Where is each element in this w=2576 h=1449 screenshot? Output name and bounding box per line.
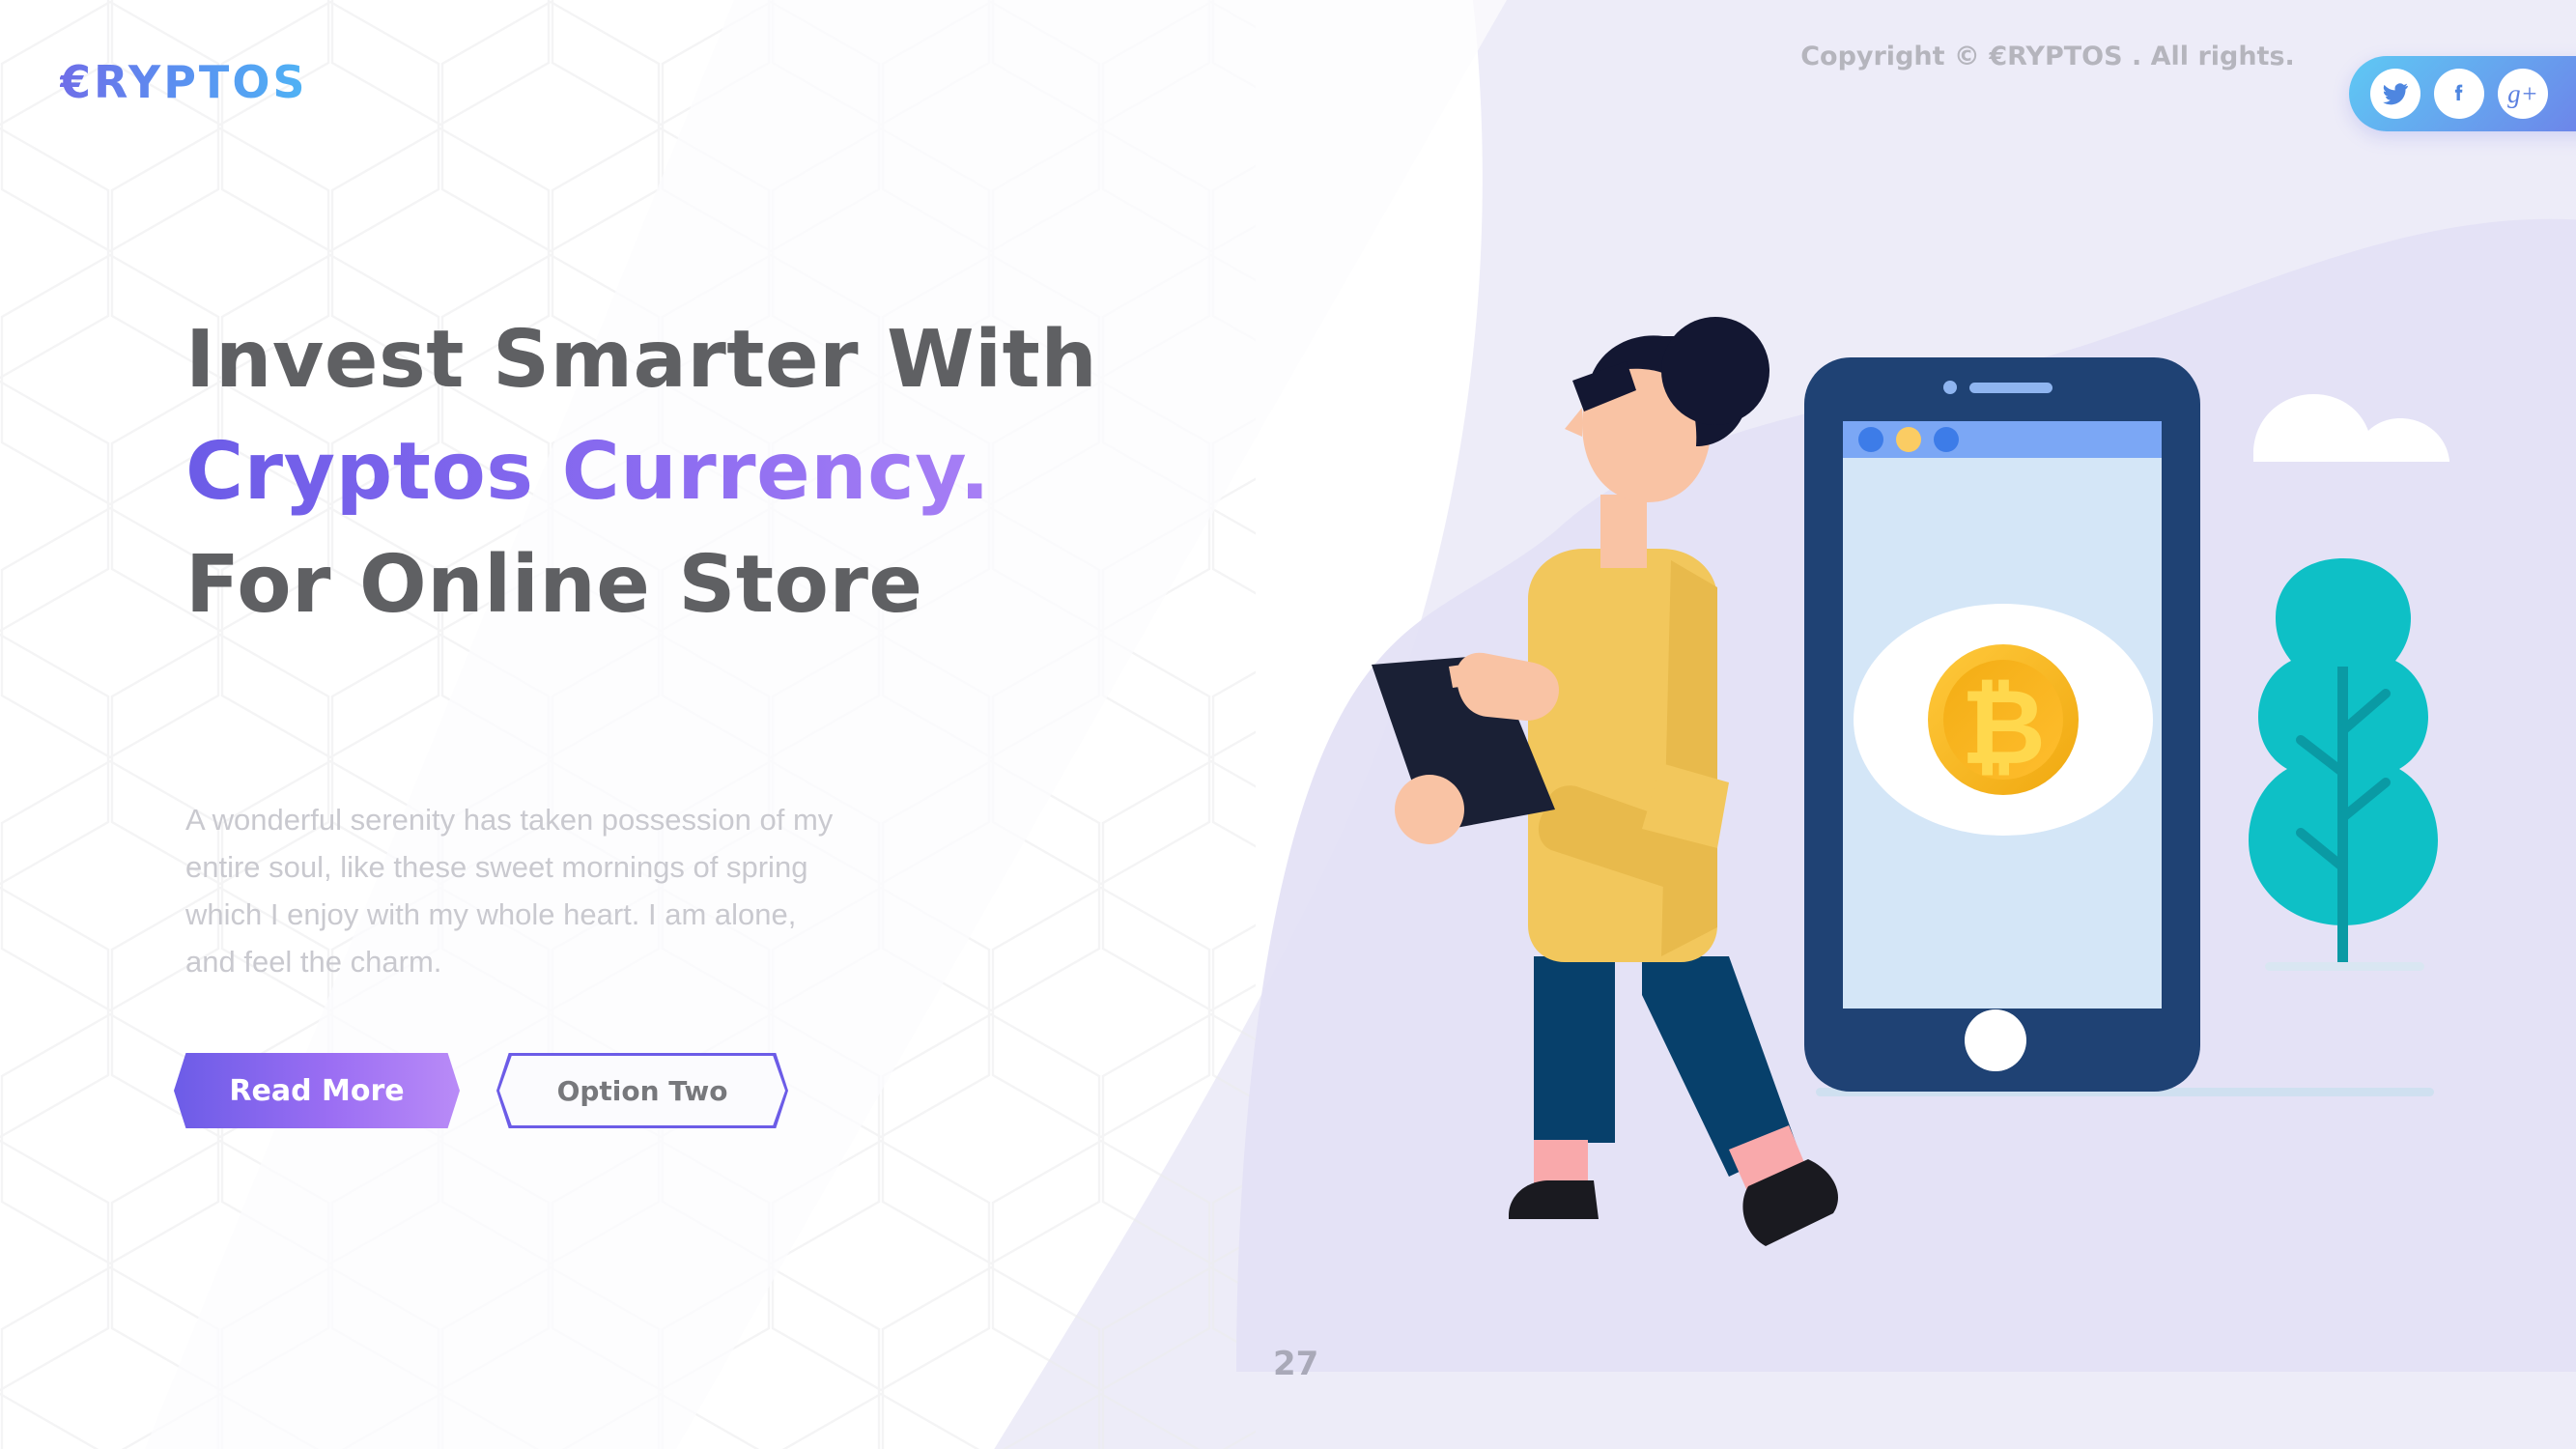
phone-dot-blue-2 (1934, 427, 1959, 452)
svg-text:₿: ₿ (1961, 668, 2046, 788)
phone-speaker-bar (1969, 383, 2052, 393)
phone-app-topbar (1843, 421, 2162, 458)
person-leg-front (1534, 956, 1615, 1143)
person-hair-bun (1661, 317, 1769, 425)
smartphone-illustration: ₿ (1804, 357, 2200, 1092)
person-hand-hold (1395, 775, 1464, 844)
person-sweater-shade (1661, 560, 1717, 956)
tree-illustration (2249, 558, 2438, 971)
phone-camera-dot (1943, 381, 1957, 394)
slide-canvas: €RYPTOS Copyright © €RYPTOS . All rights… (0, 0, 2576, 1449)
person-illustration (1372, 317, 1838, 1246)
person-nose (1565, 408, 1582, 437)
phone-dot-yellow (1896, 427, 1921, 452)
phone-dot-blue-1 (1858, 427, 1883, 452)
person-shoe-front (1509, 1180, 1599, 1219)
cloud-icon (2253, 394, 2449, 462)
bitcoin-coin-icon: ₿ (1928, 644, 2079, 795)
hero-illustration: ₿ (1372, 317, 2449, 1246)
tree-shadow (2265, 962, 2424, 971)
phone-home-button (1965, 1009, 2026, 1071)
person-neck (1600, 495, 1647, 568)
